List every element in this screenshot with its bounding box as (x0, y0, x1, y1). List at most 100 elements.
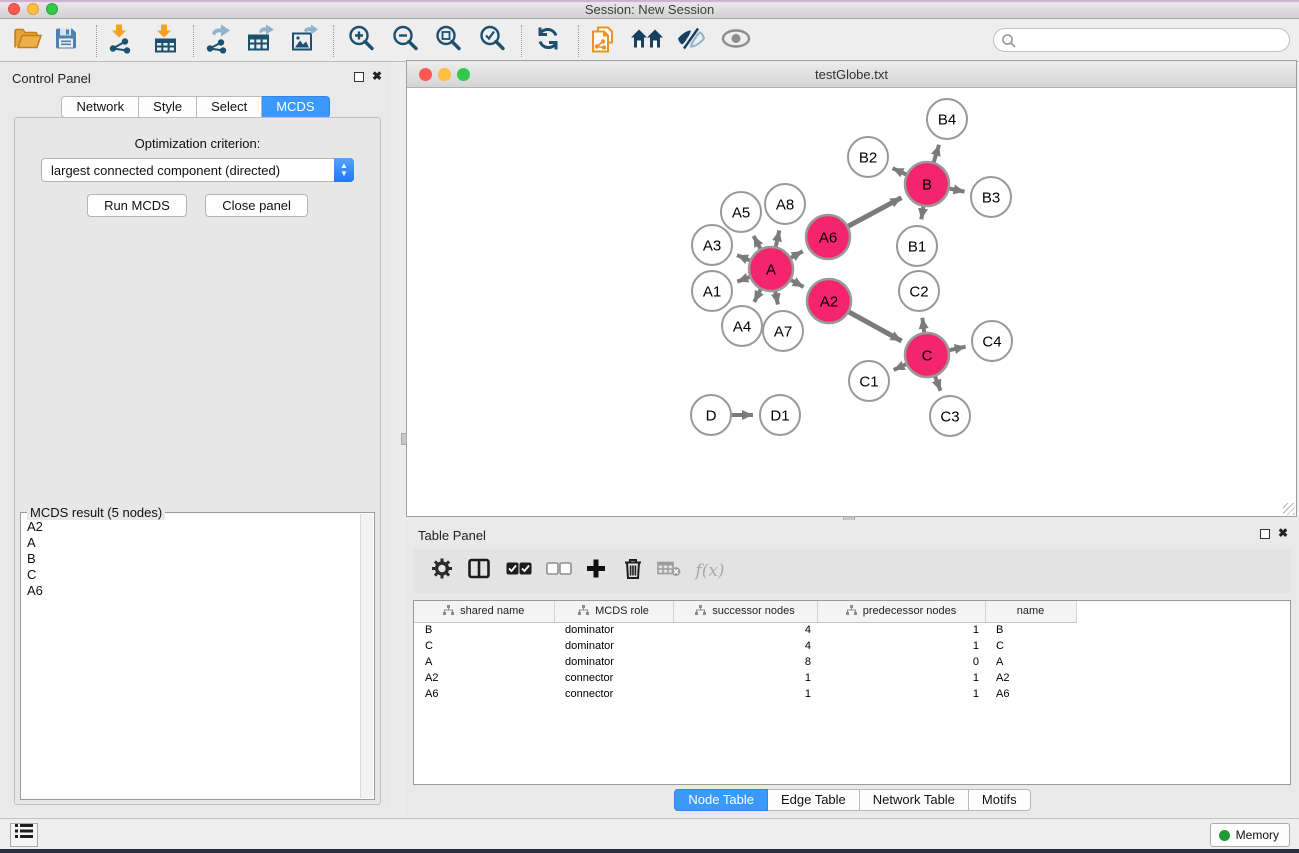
table-panel-header: Table Panel ✖ (406, 520, 1299, 546)
tab-motifs[interactable]: Motifs (969, 789, 1031, 811)
mcds-result-title: MCDS result (5 nodes) (27, 505, 165, 520)
cell-predecessor-nodes[interactable]: 1 (817, 622, 985, 638)
select-all-columns-icon[interactable] (506, 562, 532, 580)
column-header-MCDS-role[interactable]: MCDS role (554, 601, 673, 622)
delete-columns-icon[interactable] (623, 558, 643, 585)
tab-node-table[interactable]: Node Table (674, 789, 768, 811)
cell-MCDS-role[interactable]: dominator (554, 654, 673, 670)
cell-predecessor-nodes[interactable]: 1 (817, 686, 985, 702)
cell-successor-nodes[interactable]: 1 (673, 686, 817, 702)
node-label-A3: A3 (703, 237, 721, 254)
show-graphics-details-icon[interactable] (721, 28, 751, 53)
column-header-predecessor-nodes[interactable]: predecessor nodes (817, 601, 985, 622)
cell-shared-name[interactable]: C (414, 638, 554, 654)
zoom-in-icon[interactable] (347, 24, 375, 57)
resize-grip[interactable] (1283, 503, 1295, 515)
create-column-icon[interactable] (586, 559, 606, 584)
cell-MCDS-role[interactable]: dominator (554, 622, 673, 638)
float-panel-icon[interactable] (354, 72, 364, 82)
tab-select[interactable]: Select (197, 96, 262, 118)
cell-name[interactable]: C (985, 638, 1076, 654)
node-label-A2: A2 (820, 293, 838, 310)
network-graph-canvas[interactable]: B4B2BB3A8A5A6A3B1AA1C2A2A4A7C4CC1DD1C3 (407, 88, 1296, 516)
home-icon[interactable] (630, 27, 664, 54)
result-item[interactable]: A6 (22, 583, 360, 599)
tab-network-table[interactable]: Network Table (860, 789, 969, 811)
table-panel: Table Panel ✖ (406, 520, 1299, 815)
table-settings-icon[interactable] (431, 558, 453, 585)
zoom-fit-icon[interactable] (434, 24, 462, 57)
cell-shared-name[interactable]: A (414, 654, 554, 670)
open-session-icon[interactable] (13, 25, 43, 56)
session-title: Session: New Session (0, 2, 1299, 17)
tab-mcds[interactable]: MCDS (262, 96, 329, 118)
toolbar-separator (578, 25, 579, 57)
memory-button[interactable]: Memory (1210, 823, 1290, 847)
network-overview-icon[interactable] (590, 22, 620, 59)
cell-name[interactable]: A (985, 654, 1076, 670)
search-field[interactable] (993, 28, 1290, 52)
table-row[interactable]: Cdominator41C (414, 638, 1076, 654)
close-panel-icon[interactable]: ✖ (372, 69, 382, 83)
hide-graphics-details-icon[interactable] (676, 26, 706, 55)
show-column-panel-icon[interactable] (468, 559, 490, 584)
result-scrollbar[interactable] (360, 514, 373, 798)
criterion-select[interactable]: largest connected component (directed) ▲… (41, 158, 354, 182)
cell-successor-nodes[interactable]: 4 (673, 638, 817, 654)
close-panel-button[interactable]: Close panel (205, 194, 308, 217)
column-header-name[interactable]: name (985, 601, 1076, 622)
column-header-shared-name[interactable]: shared name (414, 601, 554, 622)
cell-shared-name[interactable]: A6 (414, 686, 554, 702)
save-session-icon[interactable] (54, 26, 78, 55)
tab-style[interactable]: Style (139, 96, 197, 118)
node-table[interactable]: shared nameMCDS rolesuccessor nodesprede… (413, 600, 1291, 785)
cell-predecessor-nodes[interactable]: 1 (817, 638, 985, 654)
unselect-all-columns-icon[interactable] (546, 562, 572, 580)
cell-successor-nodes[interactable]: 4 (673, 622, 817, 638)
apply-layout-icon[interactable] (535, 25, 561, 56)
table-row[interactable]: A2connector11A2 (414, 670, 1076, 686)
cell-name[interactable]: A2 (985, 670, 1076, 686)
import-network-icon[interactable] (108, 23, 134, 58)
table-row[interactable]: Adominator80A (414, 654, 1076, 670)
import-table-icon[interactable] (153, 23, 179, 58)
cell-successor-nodes[interactable]: 1 (673, 670, 817, 686)
task-history-button[interactable] (10, 823, 38, 847)
result-item[interactable]: A (22, 535, 360, 551)
run-mcds-button[interactable]: Run MCDS (87, 194, 187, 217)
cell-shared-name[interactable]: A2 (414, 670, 554, 686)
table-row[interactable]: Bdominator41B (414, 622, 1076, 638)
export-image-icon[interactable] (291, 23, 319, 58)
tab-edge-table[interactable]: Edge Table (768, 789, 860, 811)
export-table-icon[interactable] (247, 23, 275, 58)
cell-MCDS-role[interactable]: connector (554, 670, 673, 686)
cell-MCDS-role[interactable]: connector (554, 686, 673, 702)
result-item[interactable]: C (22, 567, 360, 583)
node-label-A: A (766, 261, 776, 278)
float-table-panel-icon[interactable] (1260, 529, 1270, 539)
zoom-selected-icon[interactable] (478, 24, 506, 57)
zoom-out-icon[interactable] (391, 24, 419, 57)
node-label-B4: B4 (938, 111, 956, 128)
cell-successor-nodes[interactable]: 8 (673, 654, 817, 670)
search-input[interactable] (1020, 30, 1280, 50)
result-item[interactable]: A2 (22, 519, 360, 535)
cell-MCDS-role[interactable]: dominator (554, 638, 673, 654)
column-header-successor-nodes[interactable]: successor nodes (673, 601, 817, 622)
cell-shared-name[interactable]: B (414, 622, 554, 638)
mcds-result-list[interactable]: A2ABCA6 (22, 519, 360, 798)
splitter-handle-vertical[interactable] (401, 433, 407, 445)
function-builder-icon[interactable]: f(x) (695, 561, 724, 581)
cell-predecessor-nodes[interactable]: 0 (817, 654, 985, 670)
close-table-panel-icon[interactable]: ✖ (1278, 526, 1288, 540)
tab-network[interactable]: Network (61, 96, 139, 118)
node-label-C1: C1 (859, 373, 878, 390)
cell-predecessor-nodes[interactable]: 1 (817, 670, 985, 686)
control-panel: Control Panel ✖ NetworkStyleSelectMCDS O… (0, 63, 391, 815)
export-network-icon[interactable] (204, 23, 232, 58)
result-item[interactable]: B (22, 551, 360, 567)
cell-name[interactable]: A6 (985, 686, 1076, 702)
cell-name[interactable]: B (985, 622, 1076, 638)
delete-table-icon[interactable] (657, 561, 681, 582)
table-row[interactable]: A6connector11A6 (414, 686, 1076, 702)
